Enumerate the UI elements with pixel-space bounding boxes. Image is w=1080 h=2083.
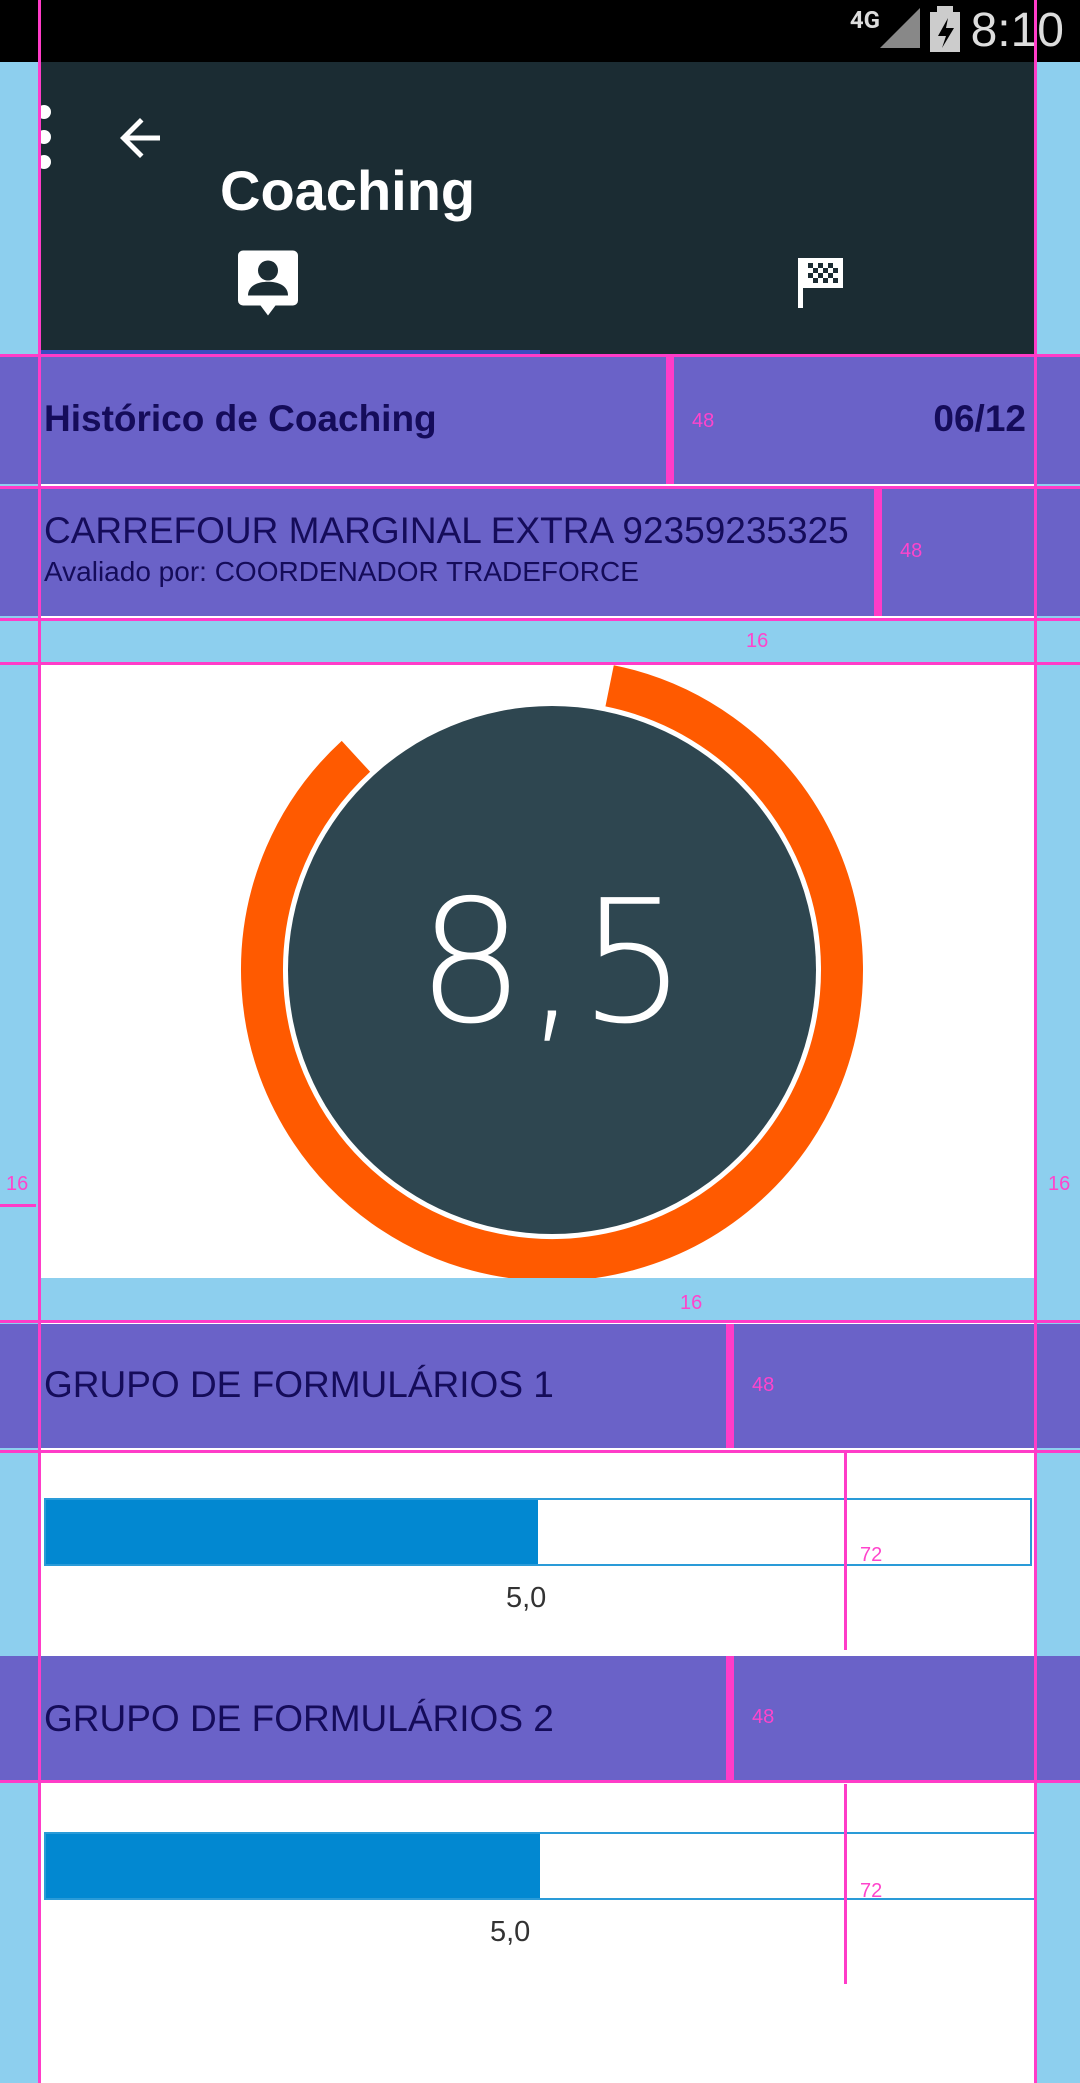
- keyline: [0, 486, 1080, 489]
- keyline: [0, 1204, 36, 1207]
- guide-label-48: 48: [752, 1374, 775, 1396]
- keyline-left: [38, 0, 41, 2083]
- score-value: 8,5: [416, 864, 688, 1062]
- group-header[interactable]: GRUPO DE FORMULÁRIOS 1 48: [0, 1324, 1080, 1448]
- keyline: [726, 1324, 734, 1448]
- group-bar-panel: 5,0 72: [40, 1784, 1036, 1984]
- progress-bar: [44, 1832, 1036, 1900]
- page-title: Coaching: [220, 159, 476, 222]
- keyline: [0, 618, 1080, 621]
- keyline: [0, 1320, 1080, 1323]
- evaluator-label: Avaliado por: COORDENADOR TRADEFORCE: [44, 556, 639, 587]
- keyline: [0, 662, 1080, 665]
- store-info: CARREFOUR MARGINAL EXTRA 92359235325 Ava…: [0, 488, 1080, 616]
- battery-icon: [930, 6, 960, 52]
- app-bar: Coaching: [0, 62, 1080, 354]
- tab-flag[interactable]: [540, 232, 1080, 354]
- spacing-band: 16: [0, 620, 1080, 662]
- group-title: GRUPO DE FORMULÁRIOS 2: [44, 1698, 554, 1739]
- group-bar-panel: 5,0 72: [40, 1452, 1036, 1650]
- group-title: GRUPO DE FORMULÁRIOS 1: [44, 1364, 554, 1405]
- progress-bar: [44, 1498, 1032, 1566]
- history-title: Histórico de Coaching: [44, 398, 437, 439]
- keyline: [0, 354, 1080, 357]
- guide-label-48: 48: [752, 1706, 775, 1728]
- keyline: [726, 1656, 734, 1780]
- back-arrow-icon[interactable]: [110, 108, 170, 168]
- group-value: 5,0: [506, 1582, 547, 1614]
- guide-label-16: 16: [746, 630, 769, 652]
- guide-label-16: 16: [1048, 1173, 1071, 1195]
- spacing-band: 16: [0, 1278, 1080, 1320]
- progress-fill: [46, 1834, 540, 1898]
- keyline: [0, 1450, 1080, 1453]
- store-name: CARREFOUR MARGINAL EXTRA 92359235325: [44, 510, 849, 551]
- score-panel: 8,5: [40, 664, 1036, 1278]
- flag-checkered-icon: [798, 258, 843, 308]
- keyline: [844, 1452, 847, 1650]
- keyline: [874, 488, 882, 616]
- history-header: Histórico de Coaching 48 06/12: [0, 356, 1080, 484]
- keyline: [0, 1780, 1080, 1783]
- guide-label-16: 16: [6, 1173, 29, 1195]
- group-header[interactable]: GRUPO DE FORMULÁRIOS 2 48: [0, 1656, 1080, 1780]
- guide-label-48: 48: [900, 540, 923, 562]
- content-bottom: [40, 1986, 1036, 2083]
- guide-label-72: 72: [860, 1544, 883, 1566]
- keyline: [844, 1784, 847, 1984]
- keyline: [666, 356, 674, 484]
- tab-profile[interactable]: [0, 232, 540, 354]
- clock: 8:10: [970, 4, 1064, 57]
- status-bar: 4G 8:10: [0, 0, 1080, 62]
- progress-fill: [46, 1500, 538, 1564]
- signal-icon: [880, 8, 920, 48]
- keyline-right: [1034, 0, 1037, 2083]
- contact-icon: [238, 250, 298, 316]
- guide-label-48: 48: [692, 410, 715, 432]
- guide-label-72: 72: [860, 1880, 883, 1902]
- guide-label-16: 16: [680, 1292, 703, 1314]
- group-value: 5,0: [490, 1916, 531, 1948]
- history-date: 06/12: [933, 398, 1026, 439]
